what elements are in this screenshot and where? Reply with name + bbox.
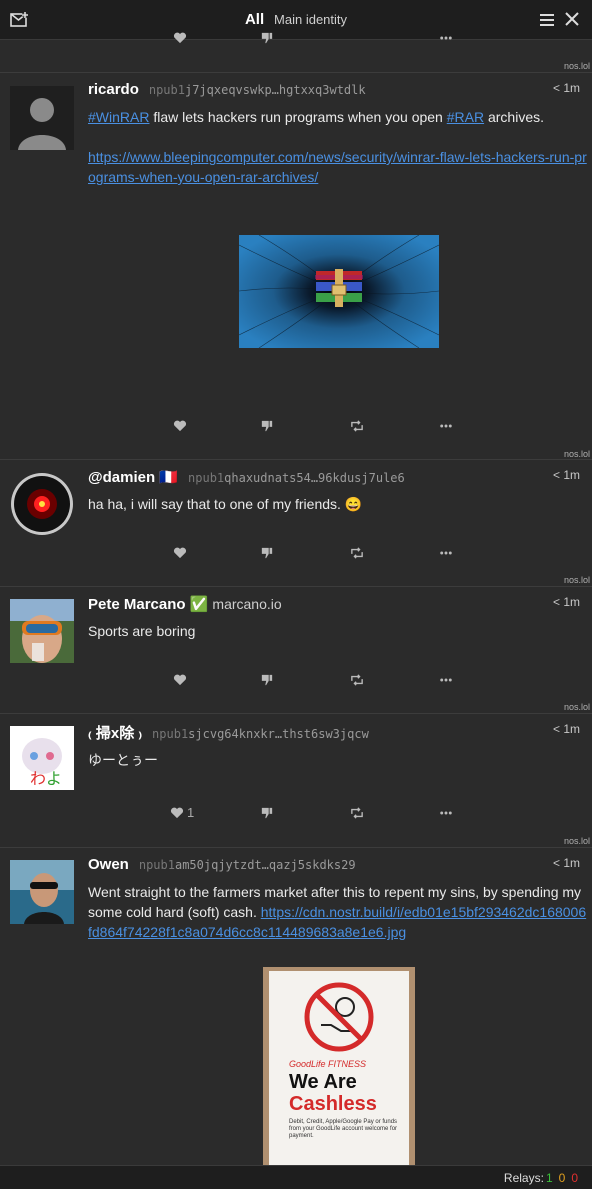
relay-label: nos.lol (563, 575, 590, 585)
tab-all[interactable]: All (245, 11, 264, 28)
hashtag-link[interactable]: #RAR (447, 109, 484, 125)
more-icon[interactable] (438, 420, 454, 434)
nip05: marcano.io (212, 596, 282, 612)
post-soji: わ よ ₍ 掃x除 ₎ npub1sjcvg64knxkr…thst6sw3jqc… (0, 713, 592, 847)
close-icon[interactable] (564, 11, 580, 27)
more-icon[interactable] (438, 674, 454, 688)
timestamp: < 1m (552, 468, 580, 482)
post-pete-marcano: Pete Marcano ✅ marcano.io < 1m Sports are… (0, 586, 592, 713)
timestamp: < 1m (552, 595, 580, 609)
sign-line1: We Are (289, 1071, 357, 1093)
post-ricardo: ricardo npub1j7jqxeqvswkp…hgtxxq3wtdlk < … (0, 72, 592, 459)
post-damien: @damien 🇫🇷 npub1qhaxudnats54…96kdusj7ule6… (0, 459, 592, 586)
npub: npub1am50jqjytzdt…qazj5skdks29 (138, 858, 356, 872)
like-icon[interactable] (173, 674, 189, 688)
like-icon[interactable] (173, 547, 189, 561)
relay-label: nos.lol (563, 449, 590, 459)
post-content: Went straight to the farmers market afte… (88, 884, 587, 940)
author-name[interactable]: ricardo npub1j7jqxeqvswkp…hgtxxq3wtdlk (88, 81, 366, 98)
hashtag-link[interactable]: #WinRAR (88, 109, 149, 125)
avatar[interactable] (10, 599, 74, 663)
relay-label: nos.lol (563, 836, 590, 846)
relay-status[interactable]: Relays: 1 0 0 (504, 1171, 578, 1185)
like-icon[interactable] (170, 807, 186, 821)
repost-icon[interactable] (350, 674, 366, 688)
brand-text: GoodLife FITNESS (289, 1059, 367, 1069)
author-name[interactable]: Pete Marcano ✅ marcano.io (88, 595, 282, 613)
more-icon[interactable] (438, 547, 454, 561)
relay-label: nos.lol (563, 702, 590, 712)
npub: npub1j7jqxeqvswkp…hgtxxq3wtdlk (148, 83, 366, 97)
hamburger-menu-icon[interactable] (540, 13, 554, 27)
dislike-icon[interactable] (260, 32, 276, 46)
dislike-icon[interactable] (260, 420, 276, 434)
relay-label: nos.lol (563, 61, 590, 71)
like-icon[interactable] (173, 420, 189, 434)
like-count: 1 (187, 805, 195, 820)
author-name[interactable]: ₍ 掃x除 ₎ npub1sjcvg64knxkr…thst6sw3jqcw (88, 722, 369, 743)
more-icon[interactable] (438, 807, 454, 821)
avatar[interactable] (10, 472, 74, 536)
post-image-cashless-sign[interactable]: GoodLife FITNESS We Are Cashless Debit, … (263, 967, 415, 1165)
previous-post-actions (0, 32, 592, 48)
post-content: #WinRAR flaw lets hackers run programs w… (88, 109, 587, 185)
sign-line2: Cashless (289, 1093, 377, 1115)
repost-icon[interactable] (350, 547, 366, 561)
npub: npub1qhaxudnats54…96kdusj7ule6 (188, 471, 405, 485)
timestamp: < 1m (552, 856, 580, 870)
repost-icon[interactable] (350, 420, 366, 434)
author-name[interactable]: @damien 🇫🇷 npub1qhaxudnats54…96kdusj7ule6 (88, 468, 405, 486)
svg-text:よ: よ (46, 769, 62, 788)
post-owen: Owen npub1am50jqjytzdt…qazj5skdks29 < 1m … (0, 847, 592, 1165)
npub: npub1sjcvg64knxkr…thst6sw3jqcw (152, 727, 369, 741)
no-money-icon (304, 982, 374, 1052)
repost-icon[interactable] (350, 807, 366, 821)
timestamp: < 1m (552, 81, 580, 95)
article-link[interactable]: https://www.bleepingcomputer.com/news/se… (88, 149, 587, 185)
post-content: ha ha, i will say that to one of my frie… (88, 496, 363, 512)
verified-icon: ✅ (189, 596, 209, 613)
svg-text:わ: わ (30, 769, 46, 788)
dislike-icon[interactable] (260, 674, 276, 688)
post-image-winrar[interactable] (239, 235, 439, 348)
sign-small-text: Debit, Credit, Apple/Google Pay or funds… (289, 1119, 398, 1139)
dislike-icon[interactable] (260, 547, 276, 561)
author-name[interactable]: Owen npub1am50jqjytzdt…qazj5skdks29 (88, 856, 356, 873)
more-icon[interactable] (438, 32, 454, 46)
avatar[interactable] (10, 86, 74, 150)
post-content: Sports are boring (88, 623, 196, 639)
tab-main-identity[interactable]: Main identity (274, 12, 347, 27)
like-icon[interactable] (173, 32, 189, 46)
timestamp: < 1m (552, 722, 580, 736)
post-content: ゆーとぅー (88, 752, 158, 768)
status-bar: Relays: 1 0 0 (0, 1165, 592, 1189)
avatar[interactable]: わ よ (10, 726, 74, 790)
dislike-icon[interactable] (260, 807, 276, 821)
avatar[interactable] (10, 860, 74, 924)
